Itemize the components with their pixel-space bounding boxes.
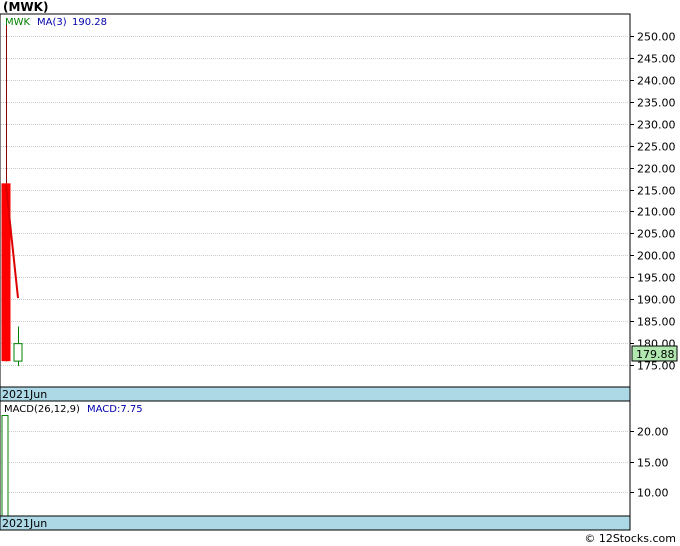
macd-tick-label: 10.00 [637,487,669,500]
price-tick-label: 235.00 [637,97,676,110]
macd-tick-label: 15.00 [637,457,669,470]
price-date-bar [0,386,631,402]
macd-panel-frame [0,400,631,517]
stock-chart: 175.00180.00185.00190.00195.00200.00205.… [0,13,678,531]
price-tick-label: 185.00 [637,316,676,329]
price-tick-label: 220.00 [637,163,676,176]
macd-date-bar [0,515,631,531]
price-panel: 175.00180.00185.00190.00195.00200.00205.… [0,13,678,402]
price-tick-label: 195.00 [637,272,676,285]
last-price-label: 179.88 [636,348,675,361]
price-tick-label: 245.00 [637,53,676,66]
price-tick-label: 190.00 [637,294,676,307]
price-tick-label: 215.00 [637,185,676,198]
macd-date-label: 2021Jun [2,517,47,530]
watermark: © 12Stocks.com [584,532,676,545]
candle-body [13,343,23,362]
price-tick-label: 200.00 [637,250,676,263]
price-tick-label: 210.00 [637,206,676,219]
macd-legend-label: MACD(26,12,9) [4,404,80,415]
macd-marks [1,415,9,517]
macd-tick-label: 20.00 [637,426,669,439]
price-date-label: 2021Jun [2,388,47,401]
price-tick-label: 205.00 [637,228,676,241]
price-axis: 175.00180.00185.00190.00195.00200.00205.… [630,31,676,373]
macd-axis: 10.00 15.00 20.00 [630,426,669,500]
legend-ma-value: 190.28 [72,17,107,28]
legend-ticker: MWK [5,17,31,28]
price-tick-label: 225.00 [637,141,676,154]
legend-ma-label: MA(3) [37,17,67,28]
macd-legend-value: MACD:7.75 [87,404,143,415]
price-tick-label: 250.00 [637,31,676,44]
macd-panel: 10.0015.0020.00 MACD(26,12,9) MACD:7.75 … [0,400,669,531]
price-tick-label: 230.00 [637,119,676,132]
macd-bar [1,415,9,517]
price-tick-label: 240.00 [637,75,676,88]
price-panel-frame [0,13,631,388]
